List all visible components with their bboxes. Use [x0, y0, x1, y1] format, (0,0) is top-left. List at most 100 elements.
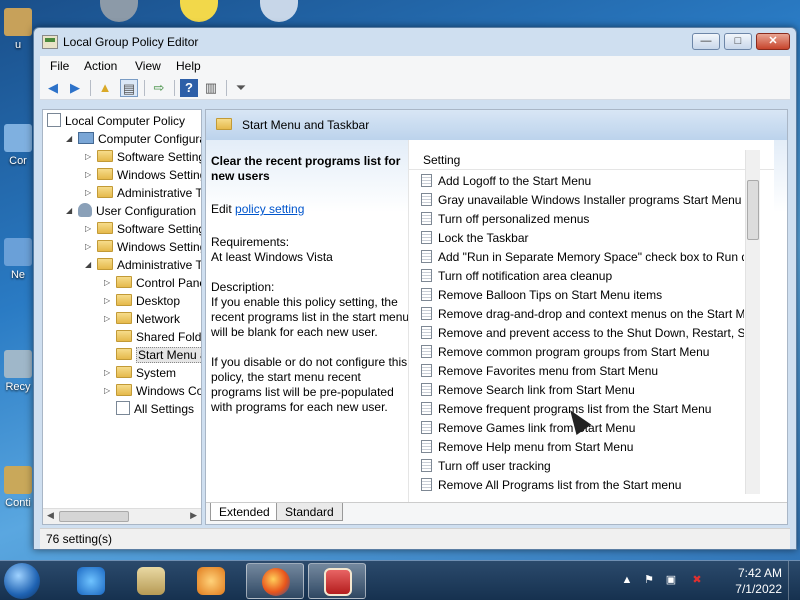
collapse-arrow-icon[interactable]: ◢	[66, 130, 72, 148]
menu-view[interactable]: View	[135, 59, 161, 73]
menu-file[interactable]: File	[50, 59, 69, 73]
collapse-arrow-icon[interactable]: ◢	[66, 202, 72, 220]
desktop-shortcut[interactable]: Recy	[0, 350, 36, 393]
volume-muted-icon[interactable]: ✖	[690, 573, 704, 587]
desktop-shortcut[interactable]: u	[0, 8, 36, 51]
list-item[interactable]: Remove All Programs list from the Start …	[421, 476, 744, 495]
expand-arrow-icon[interactable]: ▷	[85, 166, 91, 184]
scroll-thumb[interactable]	[747, 180, 759, 240]
tree-item[interactable]: All Settings	[116, 400, 194, 418]
help-icon[interactable]: ?	[180, 79, 198, 97]
list-item[interactable]: Turn off personalized menus	[421, 210, 744, 229]
expand-arrow-icon[interactable]: ▷	[85, 148, 91, 166]
expand-arrow-icon[interactable]: ▷	[85, 184, 91, 202]
action-center-flag-icon[interactable]: ⚑	[642, 573, 656, 587]
expand-arrow-icon[interactable]: ▷	[104, 310, 110, 328]
expand-arrow-icon[interactable]: ▷	[104, 364, 110, 382]
list-item[interactable]: Add "Run in Separate Memory Space" check…	[421, 248, 744, 267]
forward-arrow-icon[interactable]: ▶	[66, 79, 84, 97]
settings-vertical-scrollbar[interactable]	[745, 150, 760, 494]
expand-arrow-icon[interactable]: ▷	[104, 274, 110, 292]
taskbar-group-policy-editor[interactable]	[308, 563, 366, 599]
list-item[interactable]: Turn off notification area cleanup	[421, 267, 744, 286]
up-folder-icon[interactable]: ▲	[96, 79, 114, 97]
tree-item[interactable]: Shared Folder	[116, 328, 201, 346]
start-button[interactable]	[2, 561, 54, 600]
tab-standard[interactable]: Standard	[276, 503, 343, 521]
tree-item[interactable]: ▷ Windows Cor	[104, 382, 201, 400]
show-desktop-button[interactable]	[788, 561, 800, 600]
windows-logo-icon	[4, 563, 40, 599]
tree-item[interactable]: ▷ Desktop	[104, 292, 181, 310]
folder-icon	[97, 258, 113, 270]
expand-arrow-icon[interactable]: ▷	[104, 382, 110, 400]
taskbar-media-player[interactable]	[182, 563, 240, 599]
taskbar-internet-explorer[interactable]	[62, 563, 120, 599]
list-item[interactable]: Remove Favorites menu from Start Menu	[421, 362, 744, 381]
requirements-label: Requirements:	[211, 235, 290, 249]
policy-setting-link[interactable]: policy setting	[235, 202, 304, 216]
desktop-shortcut[interactable]: Conti	[0, 466, 36, 509]
menu-action[interactable]: Action	[84, 59, 117, 73]
filter-icon[interactable]: ⏷	[232, 79, 250, 97]
list-item[interactable]: Remove and prevent access to the Shut Do…	[421, 324, 744, 343]
list-item[interactable]: Gray unavailable Windows Installer progr…	[421, 191, 744, 210]
tree-item[interactable]: ▷ System	[104, 364, 176, 382]
tree-item[interactable]: ▷ Control Panel	[104, 274, 201, 292]
scroll-left-icon[interactable]: ◀	[47, 510, 54, 521]
tree-item[interactable]: ▷ Software Settings	[85, 148, 201, 166]
list-item[interactable]: Remove Balloon Tips on Start Menu items	[421, 286, 744, 305]
folder-icon	[97, 150, 113, 162]
expand-arrow-icon[interactable]: ▷	[104, 292, 110, 310]
tree-item[interactable]: ◢ User Configuration	[66, 202, 196, 220]
maximize-button[interactable]: □	[724, 33, 752, 50]
network-icon[interactable]: ▣	[664, 573, 678, 587]
globe-icon[interactable]	[260, 0, 298, 22]
tree-item[interactable]: Start Menu ar	[116, 346, 201, 364]
list-item[interactable]: Remove drag-and-drop and context menus o…	[421, 305, 744, 324]
desktop-shortcut[interactable]: Ne	[0, 238, 36, 281]
list-item[interactable]: Lock the Taskbar	[421, 229, 744, 248]
desktop-shortcut[interactable]: Cor	[0, 124, 36, 167]
tree-item[interactable]: ▷ Network	[104, 310, 180, 328]
show-hidden-icons-icon[interactable]: ▲	[620, 573, 634, 587]
taskbar-file-explorer[interactable]	[122, 563, 180, 599]
clock[interactable]: 7:42 AM 7/1/2022	[735, 565, 782, 597]
column-setting[interactable]: Setting	[423, 153, 460, 167]
group-policy-window: Local Group Policy Editor — □ ✕ File Act…	[33, 27, 797, 550]
tree-item[interactable]: ▷ Software Settings	[85, 220, 201, 238]
tree-item[interactable]: Local Computer Policy	[47, 112, 185, 130]
tree-horizontal-scrollbar[interactable]: ◀ ▶	[43, 508, 201, 524]
tree-item[interactable]: ▷ Windows Setting	[85, 166, 201, 184]
scroll-right-icon[interactable]: ▶	[190, 510, 197, 521]
list-item[interactable]: Add Logoff to the Start Menu	[421, 172, 744, 191]
tree-item[interactable]: ◢ Computer Configura	[66, 130, 201, 148]
menu-help[interactable]: Help	[176, 59, 201, 73]
properties-icon[interactable]: ▥	[202, 79, 220, 97]
list-item[interactable]: Remove Search link from Start Menu	[421, 381, 744, 400]
expand-arrow-icon[interactable]: ▷	[85, 238, 91, 256]
settings-list-header[interactable]: Setting	[409, 150, 774, 170]
show-hide-tree-icon[interactable]: ▤	[120, 79, 138, 97]
tree-item[interactable]: ◢ Administrative Te	[85, 256, 201, 274]
tab-extended[interactable]: Extended	[210, 503, 279, 521]
expand-arrow-icon[interactable]: ▷	[85, 220, 91, 238]
minimize-button[interactable]: —	[692, 33, 720, 50]
back-arrow-icon[interactable]: ◀	[44, 79, 62, 97]
sun-icon[interactable]	[180, 0, 218, 22]
tree-item[interactable]: ▷ Windows Setting	[85, 238, 201, 256]
list-item-label: Remove drag-and-drop and context menus o…	[438, 307, 744, 321]
collapse-arrow-icon[interactable]: ◢	[85, 256, 91, 274]
usb-drive-icon[interactable]	[100, 0, 138, 22]
export-list-icon[interactable]: ⇨	[150, 79, 168, 97]
list-item[interactable]: Remove Help menu from Start Menu	[421, 438, 744, 457]
list-item[interactable]: Turn off user tracking	[421, 457, 744, 476]
tree-item-label: Desktop	[136, 294, 181, 308]
taskbar-firefox[interactable]	[246, 563, 304, 599]
file-explorer-icon	[137, 567, 165, 595]
close-button[interactable]: ✕	[756, 33, 790, 50]
list-item[interactable]: Remove common program groups from Start …	[421, 343, 744, 362]
tree-item[interactable]: ▷ Administrative Te	[85, 184, 201, 202]
title-bar[interactable]: Local Group Policy Editor — □ ✕	[34, 28, 796, 56]
scroll-thumb[interactable]	[59, 511, 129, 522]
